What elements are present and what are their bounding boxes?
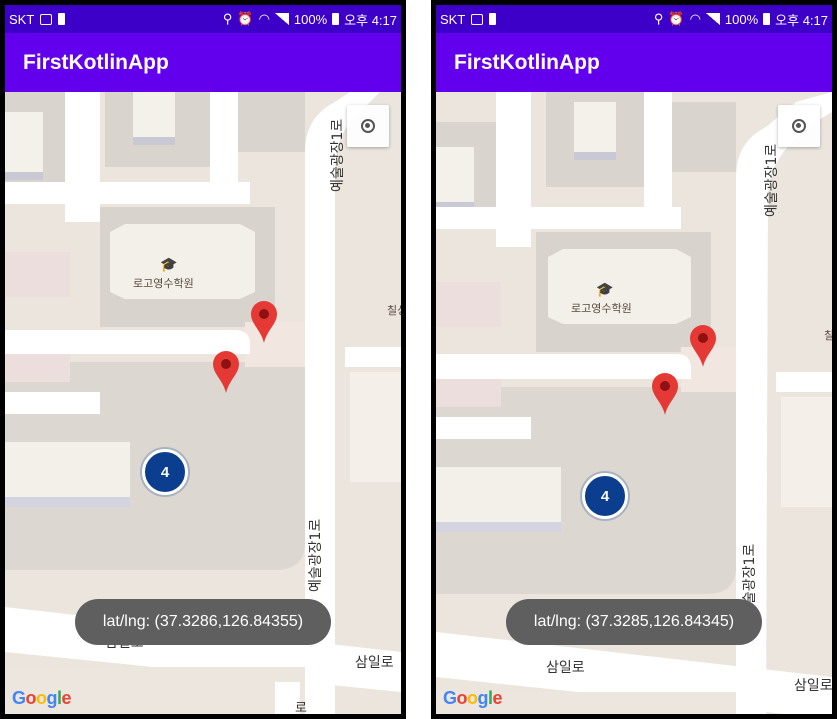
poi-label: 로고영수학원 <box>571 302 632 315</box>
signal-icon <box>705 13 720 25</box>
battery-percent: 100% <box>293 11 328 27</box>
road-label-vertical-top: 예술광장1로 <box>764 143 780 217</box>
google-map[interactable]: 🎓 로고영수학원 예술광장1로 예술광장1로 삼일로 삼일로 칠성 로 4 la… <box>5 92 401 714</box>
google-map[interactable]: 🎓 로고영수학원 예술광장1로 예술광장1로 삼일로 삼일로 칠성 4 lat/… <box>436 92 832 714</box>
clock: 오후 4:17 <box>775 12 828 28</box>
app-bar: FirstKotlinApp <box>5 33 401 92</box>
road-label-samil-1: 삼일로 <box>546 660 585 676</box>
marker-cluster[interactable]: 4 <box>142 449 188 495</box>
wifi-icon: ◠ <box>258 11 270 26</box>
poi-icon: 🎓 <box>160 257 178 273</box>
road-label-samil-2: 삼일로 <box>355 655 394 671</box>
phone-screen-right: SKT ⚲ ⏰ ◠ 100% 오후 4:17 FirstKotlinApp 🎓 … <box>431 0 837 719</box>
status-bar: SKT ⚲ ⏰ ◠ 100% 오후 4:17 <box>436 5 832 33</box>
google-logo: Google <box>12 688 72 708</box>
crosshair-icon <box>361 119 375 133</box>
poi-icon: 🎓 <box>596 282 614 298</box>
alarm-icon: ⏰ <box>668 11 685 26</box>
phone-screen-left: SKT ⚲ ⏰ ◠ 100% 오후 4:17 FirstKotlinApp 🎓 … <box>0 0 406 719</box>
map-marker-2[interactable] <box>650 372 680 416</box>
carrier-label: SKT <box>9 11 35 27</box>
wifi-icon: ◠ <box>689 11 701 26</box>
my-location-button[interactable] <box>778 105 820 147</box>
location-icon: ⚲ <box>653 11 664 26</box>
battery-percent: 100% <box>724 11 759 27</box>
crosshair-icon <box>792 119 806 133</box>
toast-message: lat/lng: (37.3285,126.84345) <box>506 599 762 645</box>
battery-icon <box>763 13 771 25</box>
battery-saver-icon <box>489 13 497 25</box>
image-icon <box>40 13 53 25</box>
road-label-samil-2: 삼일로 <box>794 678 832 694</box>
marker-cluster[interactable]: 4 <box>582 473 628 519</box>
toast-message: lat/lng: (37.3286,126.84355) <box>75 599 331 645</box>
google-logo: Google <box>443 688 503 708</box>
app-title: FirstKotlinApp <box>454 50 600 74</box>
battery-icon <box>332 13 340 25</box>
map-marker-1[interactable] <box>249 300 279 344</box>
map-marker-1[interactable] <box>688 324 718 368</box>
status-bar: SKT ⚲ ⏰ ◠ 100% 오후 4:17 <box>5 5 401 33</box>
road-label-vertical-top: 예술광장1로 <box>330 118 346 192</box>
battery-saver-icon <box>58 13 66 25</box>
app-title: FirstKotlinApp <box>23 50 169 74</box>
signal-icon <box>274 13 289 25</box>
my-location-button[interactable] <box>347 105 389 147</box>
edge-label-bottom: 로 <box>295 701 307 714</box>
edge-label: 칠성 <box>387 304 401 317</box>
carrier-label: SKT <box>440 11 466 27</box>
alarm-icon: ⏰ <box>237 11 254 26</box>
image-icon <box>471 13 484 25</box>
road-label-vertical: 예술광장1로 <box>308 518 324 592</box>
poi-label: 로고영수학원 <box>133 277 194 290</box>
clock: 오후 4:17 <box>344 12 397 28</box>
map-marker-2[interactable] <box>211 350 241 394</box>
app-bar: FirstKotlinApp <box>436 33 832 92</box>
edge-label: 칠성 <box>824 327 832 343</box>
location-icon: ⚲ <box>222 11 233 26</box>
